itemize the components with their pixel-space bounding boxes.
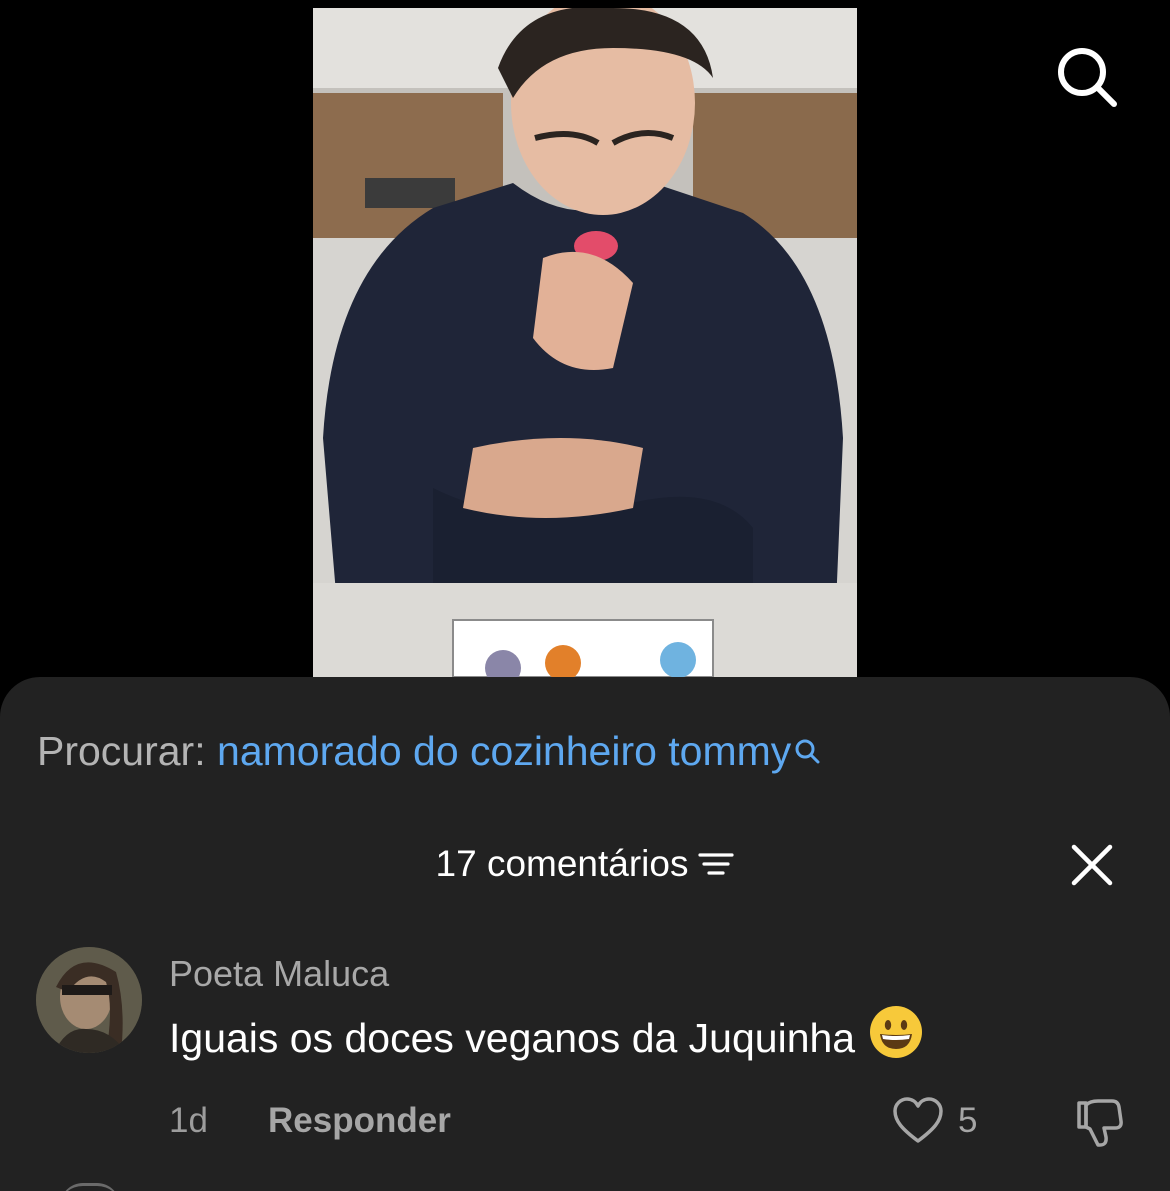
close-icon — [1071, 844, 1113, 886]
search-suggestion[interactable]: Procurar: namorado do cozinheiro tommy — [37, 727, 821, 775]
search-icon — [793, 727, 821, 775]
video-player[interactable] — [313, 8, 857, 677]
grinning-face-emoji — [869, 1005, 923, 1069]
comment-text: Iguais os doces veganos da Juquinha — [169, 1006, 923, 1069]
reply-button[interactable]: Responder — [268, 1101, 451, 1141]
search-icon — [1058, 48, 1117, 107]
close-button[interactable] — [1066, 839, 1118, 891]
dislike-button[interactable] — [1070, 1095, 1126, 1151]
video-frame-image — [313, 8, 857, 677]
heart-icon — [893, 1097, 943, 1143]
comments-header: 17 comentários — [0, 839, 1170, 889]
avatar[interactable] — [36, 947, 142, 1053]
like-count: 5 — [958, 1101, 978, 1140]
thumbs-down-icon — [1077, 1099, 1123, 1147]
search-suggestion-query[interactable]: namorado do cozinheiro tommy — [217, 728, 791, 774]
search-suggestion-label: Procurar: — [37, 728, 206, 774]
like-button[interactable]: 5 — [892, 1097, 977, 1145]
comment-username[interactable]: Poeta Maluca — [169, 953, 389, 995]
filter-icon[interactable] — [698, 849, 735, 879]
comments-sheet: Procurar: namorado do cozinheiro tommy 1… — [0, 677, 1170, 1191]
comment-text-content: Iguais os doces veganos da Juquinha — [169, 1014, 856, 1061]
comment-count: 17 comentários — [435, 843, 689, 884]
comment-time: 1d — [169, 1101, 208, 1140]
search-button[interactable] — [1050, 40, 1124, 114]
next-comment-avatar — [60, 1183, 120, 1191]
